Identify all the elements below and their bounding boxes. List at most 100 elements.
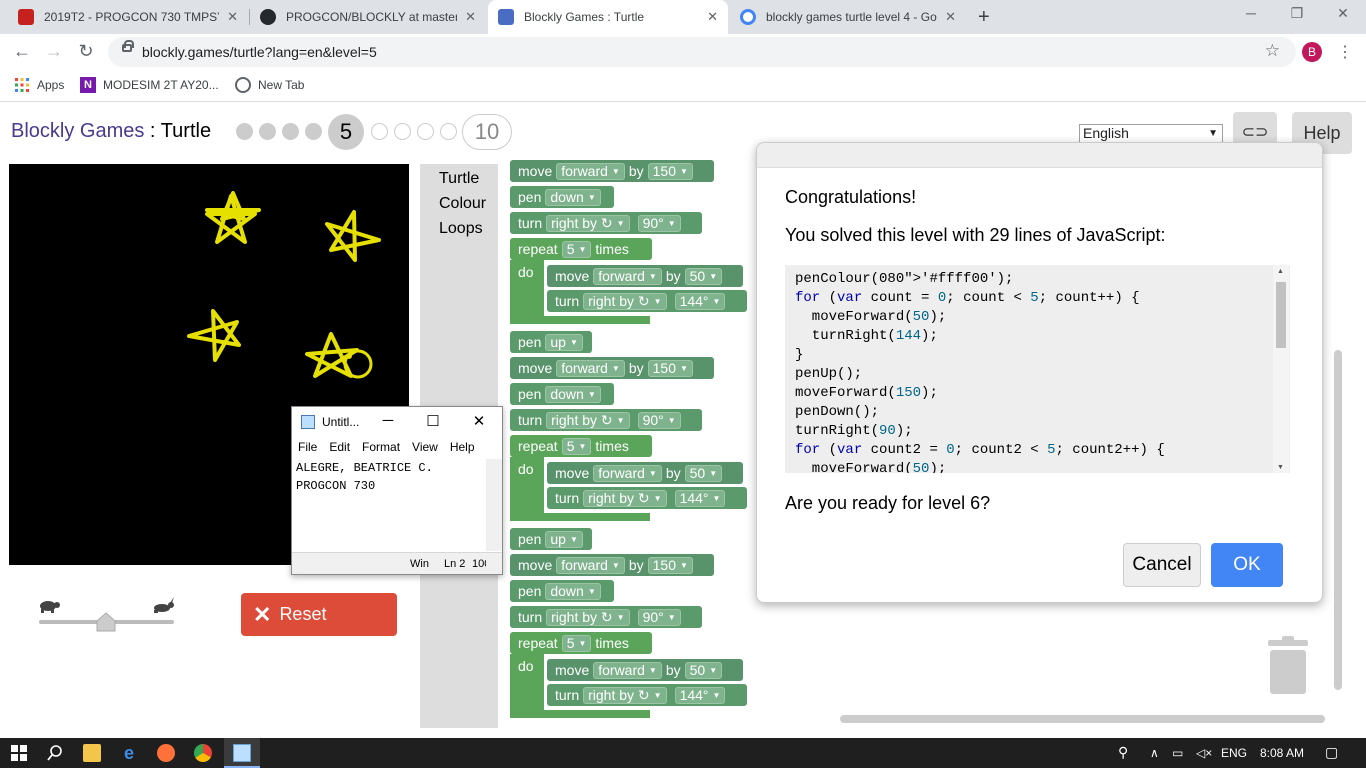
block-field[interactable]: up ▼: [545, 530, 583, 548]
tab-blockly-turtle[interactable]: Blockly Games : Turtle ✕: [488, 0, 728, 34]
level-dot-7[interactable]: [394, 123, 411, 140]
new-tab-button[interactable]: +: [978, 6, 990, 29]
menu-help[interactable]: Help: [444, 437, 481, 457]
block-field[interactable]: forward ▼: [556, 359, 625, 377]
brand-link[interactable]: Blockly Games: [11, 120, 144, 142]
pen-down-block[interactable]: pen down ▼: [510, 186, 614, 208]
generated-code-box[interactable]: penColour(080">'#ffff00'); for (var count…: [785, 265, 1290, 473]
move-forward-block[interactable]: move forward ▼ by 150 ▼: [510, 160, 714, 182]
reset-button[interactable]: ✕ Reset: [241, 593, 397, 636]
level-dot-4[interactable]: [305, 123, 322, 140]
menu-file[interactable]: File: [292, 437, 323, 457]
block-field[interactable]: right by ↻ ▼: [583, 292, 667, 310]
block-field[interactable]: 150 ▼: [647, 359, 693, 377]
block-field[interactable]: 5 ▼: [561, 437, 592, 455]
pen-up-block[interactable]: pen up ▼: [510, 528, 592, 550]
move-forward-block[interactable]: move forward ▼ by 50 ▼: [547, 265, 743, 287]
tab-google-search[interactable]: blockly games turtle level 4 - Go ✕: [730, 0, 966, 34]
bookmark-modesim[interactable]: N MODESIM 2T AY20...: [80, 77, 219, 93]
edge-icon[interactable]: e: [120, 744, 138, 762]
block-field[interactable]: forward ▼: [593, 464, 662, 482]
block-field[interactable]: 150 ▼: [647, 162, 693, 180]
turn-right-block[interactable]: turn right by ↻ ▼ 90° ▼: [510, 212, 702, 234]
restore-icon[interactable]: ❐: [1274, 5, 1320, 22]
notifications-icon[interactable]: ▢: [1325, 744, 1338, 761]
block-field[interactable]: right by ↻ ▼: [546, 608, 630, 626]
search-icon[interactable]: [46, 744, 64, 762]
block-field[interactable]: forward ▼: [593, 661, 662, 679]
repeat-block-footer[interactable]: [510, 316, 650, 324]
block-field[interactable]: right by ↻ ▼: [546, 214, 630, 232]
turn-right-block[interactable]: turn right by ↻ ▼ 90° ▼: [510, 606, 702, 628]
close-icon[interactable]: ✕: [945, 9, 956, 25]
block-field[interactable]: 5 ▼: [561, 240, 592, 258]
move-forward-block[interactable]: move forward ▼ by 150 ▼: [510, 357, 714, 379]
workspace-horizontal-scrollbar[interactable]: [840, 715, 1325, 723]
repeat-block[interactable]: repeat 5 ▼ times: [510, 435, 652, 457]
notepad-scrollbar[interactable]: [486, 459, 502, 551]
language-select[interactable]: English ▼: [1079, 124, 1223, 143]
network-icon[interactable]: ▭: [1172, 746, 1183, 760]
file-explorer-icon[interactable]: [83, 744, 101, 762]
firefox-icon[interactable]: [157, 744, 175, 762]
bookmark-apps[interactable]: Apps: [14, 77, 64, 93]
block-field[interactable]: 50 ▼: [684, 661, 723, 679]
category-colour[interactable]: Colour: [439, 195, 486, 213]
close-icon[interactable]: ✕: [707, 9, 718, 25]
block-field[interactable]: 90° ▼: [637, 608, 681, 626]
block-field[interactable]: down ▼: [545, 385, 601, 403]
url-text[interactable]: blockly.games/turtle?lang=en&level=5: [142, 44, 377, 60]
block-field[interactable]: forward ▼: [556, 162, 625, 180]
level-dot-6[interactable]: [371, 123, 388, 140]
repeat-block-footer[interactable]: [510, 513, 650, 521]
category-turtle[interactable]: Turtle: [439, 170, 479, 188]
repeat-block[interactable]: repeat 5 ▼ times: [510, 238, 652, 260]
bookmark-new-tab[interactable]: New Tab: [235, 77, 304, 93]
repeat-block-footer[interactable]: [510, 710, 650, 718]
max-level-badge[interactable]: 10: [462, 114, 512, 150]
level-dot-2[interactable]: [259, 123, 276, 140]
block-field[interactable]: forward ▼: [593, 267, 662, 285]
people-icon[interactable]: ⚲: [1118, 744, 1128, 761]
block-field[interactable]: 144° ▼: [674, 489, 726, 507]
level-dot-3[interactable]: [282, 123, 299, 140]
block-field[interactable]: 150 ▼: [647, 556, 693, 574]
notepad-text-area[interactable]: ALEGRE, BEATRICE C. PROGCON 730: [296, 459, 486, 495]
menu-edit[interactable]: Edit: [323, 437, 356, 457]
forward-icon[interactable]: →: [42, 41, 66, 62]
minimize-icon[interactable]: ─: [1228, 5, 1274, 21]
block-field[interactable]: right by ↻ ▼: [583, 686, 667, 704]
menu-view[interactable]: View: [406, 437, 444, 457]
current-level-badge[interactable]: 5: [328, 114, 364, 150]
volume-muted-icon[interactable]: ◁×: [1196, 746, 1212, 760]
pen-down-block[interactable]: pen down ▼: [510, 383, 614, 405]
scroll-down-icon[interactable]: ▼: [1277, 464, 1284, 471]
block-field[interactable]: right by ↻ ▼: [583, 489, 667, 507]
pen-down-block[interactable]: pen down ▼: [510, 580, 614, 602]
more-menu-icon[interactable]: ⋮: [1337, 42, 1353, 62]
scroll-up-icon[interactable]: ▲: [1277, 268, 1284, 275]
code-scrollbar[interactable]: ▲ ▼: [1273, 265, 1289, 473]
repeat-block[interactable]: repeat 5 ▼ times: [510, 632, 652, 654]
reload-icon[interactable]: ↻: [74, 41, 98, 62]
turn-right-block[interactable]: turn right by ↻ ▼ 144° ▼: [547, 684, 747, 706]
profile-avatar[interactable]: B: [1302, 42, 1322, 62]
block-field[interactable]: 50 ▼: [684, 267, 723, 285]
notepad-taskbar-button[interactable]: [224, 738, 260, 768]
workspace-vertical-scrollbar[interactable]: [1334, 350, 1342, 690]
block-field[interactable]: 144° ▼: [674, 292, 726, 310]
menu-format[interactable]: Format: [356, 437, 406, 457]
move-forward-block[interactable]: move forward ▼ by 150 ▼: [510, 554, 714, 576]
move-forward-block[interactable]: move forward ▼ by 50 ▼: [547, 659, 743, 681]
chrome-icon[interactable]: [194, 744, 212, 762]
move-forward-block[interactable]: move forward ▼ by 50 ▼: [547, 462, 743, 484]
block-field[interactable]: 5 ▼: [561, 634, 592, 652]
block-field[interactable]: 90° ▼: [637, 214, 681, 232]
input-language[interactable]: ENG: [1221, 746, 1247, 760]
block-field[interactable]: down ▼: [545, 188, 601, 206]
turn-right-block[interactable]: turn right by ↻ ▼ 90° ▼: [510, 409, 702, 431]
chevron-up-icon[interactable]: ∧: [1150, 746, 1159, 760]
notepad-window[interactable]: Untitl... ─ ☐ ✕ File Edit Format View He…: [291, 406, 503, 575]
trash-can-icon[interactable]: [1266, 636, 1310, 696]
turn-right-block[interactable]: turn right by ↻ ▼ 144° ▼: [547, 487, 747, 509]
